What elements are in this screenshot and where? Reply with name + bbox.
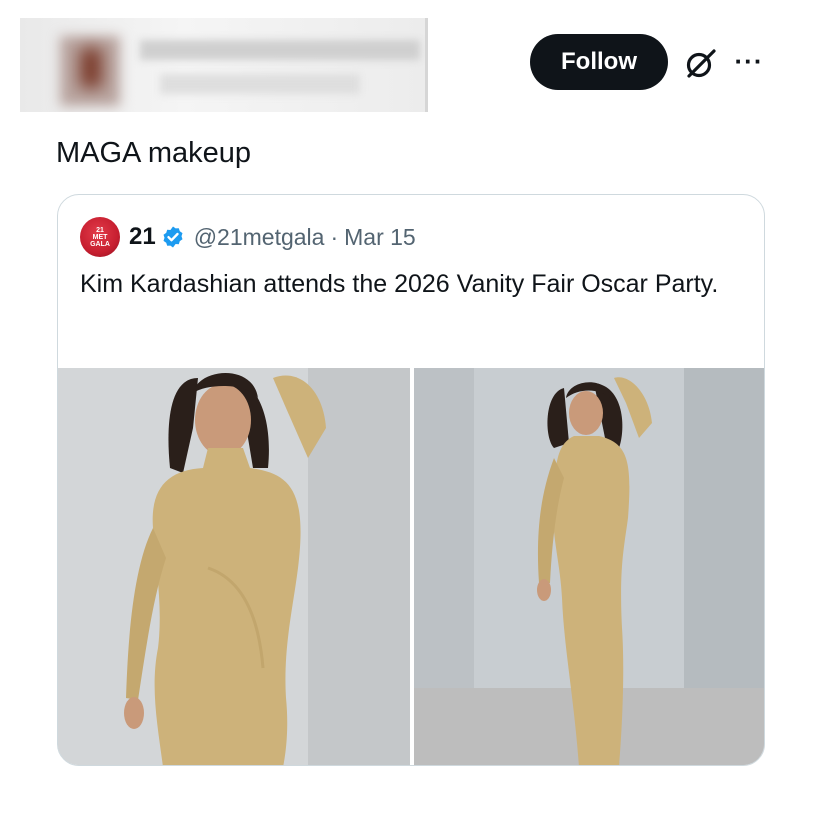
- separator-dot: ·: [330, 223, 339, 250]
- quote-text: Kim Kardashian attends the 2026 Vanity F…: [80, 270, 719, 298]
- photo-1-image: [58, 368, 410, 765]
- avatar[interactable]: 21 MET GALA: [80, 217, 120, 257]
- quote-display-name[interactable]: 21: [129, 223, 156, 251]
- verified-badge-icon: [163, 226, 183, 248]
- quote-date[interactable]: Mar 15: [344, 224, 416, 251]
- author-info-blurred[interactable]: [20, 18, 428, 112]
- photo-1[interactable]: [58, 368, 410, 765]
- follow-button[interactable]: Follow: [530, 34, 668, 90]
- grok-icon[interactable]: [684, 46, 718, 80]
- quote-tweet-card[interactable]: 21 MET GALA 21 @21metgala · Mar 15 Kim K…: [57, 194, 765, 766]
- photo-2[interactable]: [414, 368, 764, 765]
- avatar-text-line-2: MET: [92, 233, 108, 241]
- avatar-text-line-1: 21: [96, 226, 104, 234]
- quote-header: 21 MET GALA 21 @21metgala · Mar 15: [80, 217, 416, 257]
- tweet-text: MAGA makeup: [56, 137, 252, 169]
- more-icon[interactable]: ···: [732, 48, 766, 78]
- quote-handle[interactable]: @21metgala: [194, 224, 325, 251]
- photo-2-image: [414, 368, 764, 765]
- avatar-text-line-3: GALA: [90, 240, 110, 248]
